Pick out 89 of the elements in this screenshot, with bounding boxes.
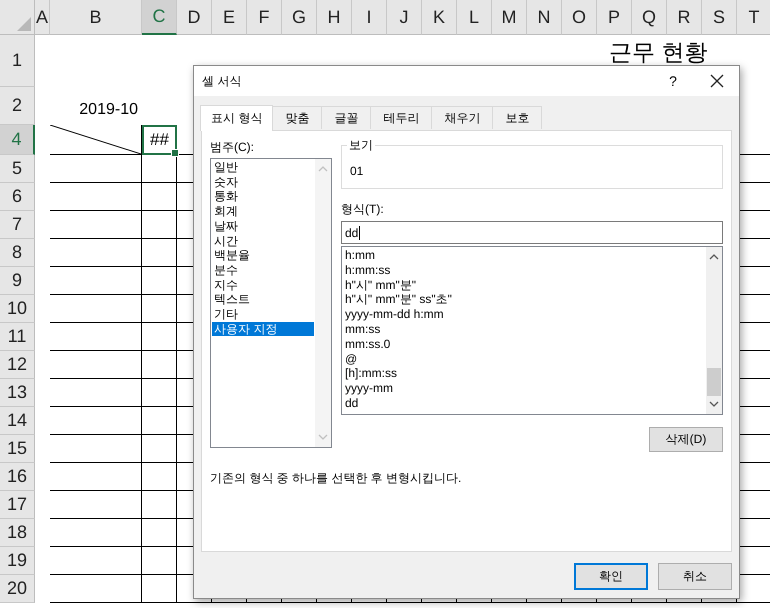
category-label: 범주(C):: [210, 139, 255, 155]
scrollbar[interactable]: [706, 247, 722, 414]
column-header[interactable]: R: [667, 0, 702, 35]
scroll-down-icon: [318, 433, 328, 441]
row-header[interactable]: 12: [0, 351, 35, 379]
table-cell-text: 2019-10: [78, 101, 139, 120]
format-item[interactable]: [h]:mm:ss: [343, 366, 705, 382]
column-header[interactable]: E: [212, 0, 247, 35]
column-header[interactable]: H: [317, 0, 352, 35]
help-button[interactable]: ?: [651, 66, 695, 96]
preview-legend: 보기: [347, 137, 375, 154]
column-header[interactable]: D: [177, 0, 212, 35]
scrollbar[interactable]: [315, 159, 331, 447]
column-header[interactable]: S: [702, 0, 737, 35]
category-item[interactable]: 숫자: [212, 174, 314, 190]
row-header[interactable]: 1: [0, 35, 35, 87]
category-item[interactable]: 기타: [212, 307, 314, 322]
format-label: 형식(T):: [341, 201, 385, 217]
scroll-up-icon: [709, 253, 719, 261]
format-item[interactable]: @: [343, 352, 705, 366]
column-header[interactable]: I: [352, 0, 387, 35]
format-item[interactable]: h"시" mm"분": [343, 278, 705, 292]
row-header[interactable]: 4: [0, 125, 35, 155]
row-header[interactable]: 2: [0, 87, 35, 125]
column-header[interactable]: J: [387, 0, 422, 35]
row-header[interactable]: 13: [0, 379, 35, 407]
delete-button[interactable]: 삭제(D): [649, 427, 723, 452]
format-item[interactable]: h:mm:ss: [343, 262, 705, 278]
scroll-down-icon: [709, 400, 719, 408]
row-header[interactable]: 18: [0, 519, 35, 547]
column-header[interactable]: A: [35, 0, 50, 35]
triangle-icon: [17, 17, 31, 31]
row-header[interactable]: 9: [0, 267, 35, 295]
category-item[interactable]: 텍스트: [212, 292, 314, 308]
category-item[interactable]: 시간: [212, 234, 314, 248]
category-item[interactable]: 백분율: [212, 248, 314, 263]
row-header[interactable]: 14: [0, 407, 35, 435]
row-header[interactable]: 10: [0, 295, 35, 323]
row-header[interactable]: 5: [0, 155, 35, 183]
format-item[interactable]: h:mm: [343, 248, 705, 263]
column-header[interactable]: L: [457, 0, 492, 35]
category-item[interactable]: 날짜: [212, 218, 314, 234]
category-item[interactable]: 회계: [212, 204, 314, 219]
description-text: 기존의 형식 중 하나를 선택한 후 변형시킵니다.: [210, 470, 462, 487]
row-header[interactable]: 11: [0, 323, 35, 351]
preview-value: 01: [350, 164, 364, 178]
row-header[interactable]: 16: [0, 463, 35, 491]
column-header[interactable]: P: [597, 0, 632, 35]
column-header[interactable]: N: [527, 0, 562, 35]
table-cell: [142, 575, 177, 603]
column-header[interactable]: C: [142, 0, 177, 35]
dialog-title: 셀 서식: [202, 72, 242, 90]
row-header[interactable]: 7: [0, 211, 35, 239]
column-header[interactable]: B: [50, 0, 142, 35]
scroll-thumb[interactable]: [707, 368, 721, 396]
active-cell[interactable]: ##: [142, 125, 177, 155]
scroll-up-icon: [318, 165, 328, 173]
format-item[interactable]: yyyy-mm-dd h:mm: [343, 307, 705, 322]
format-item[interactable]: mm:ss.0: [343, 336, 705, 352]
tab[interactable]: 표시 형식: [200, 105, 274, 131]
row-header[interactable]: 15: [0, 435, 35, 463]
format-item[interactable]: h"시" mm"분" ss"초": [343, 292, 705, 308]
column-header[interactable]: F: [247, 0, 282, 35]
row-header[interactable]: 17: [0, 491, 35, 519]
column-header[interactable]: O: [562, 0, 597, 35]
format-item[interactable]: dd: [343, 396, 705, 411]
category-item[interactable]: 지수: [212, 278, 314, 292]
select-all-corner[interactable]: [0, 0, 35, 35]
row-header[interactable]: 8: [0, 239, 35, 267]
format-item[interactable]: yyyy-mm: [343, 381, 705, 396]
column-header[interactable]: T: [737, 0, 770, 35]
category-item[interactable]: 일반: [212, 160, 314, 175]
column-header[interactable]: K: [422, 0, 457, 35]
category-item[interactable]: 분수: [212, 262, 314, 278]
format-item[interactable]: mm:ss: [343, 322, 705, 337]
sheet-title: 근무 현황: [608, 38, 708, 64]
format-input[interactable]: dd: [341, 221, 723, 244]
column-header[interactable]: Q: [632, 0, 667, 35]
row-header[interactable]: 19: [0, 547, 35, 575]
column-header[interactable]: M: [492, 0, 527, 35]
tab[interactable]: 보호: [492, 106, 542, 129]
category-item[interactable]: 사용자 지정: [212, 322, 314, 336]
dialog-button[interactable]: 확인: [574, 563, 648, 590]
close-icon: [710, 74, 724, 88]
category-item[interactable]: 통화: [212, 189, 314, 204]
row-header[interactable]: 20: [0, 575, 35, 603]
row-header[interactable]: 6: [0, 183, 35, 211]
column-header[interactable]: G: [282, 0, 317, 35]
dialog-button[interactable]: 취소: [658, 563, 732, 590]
